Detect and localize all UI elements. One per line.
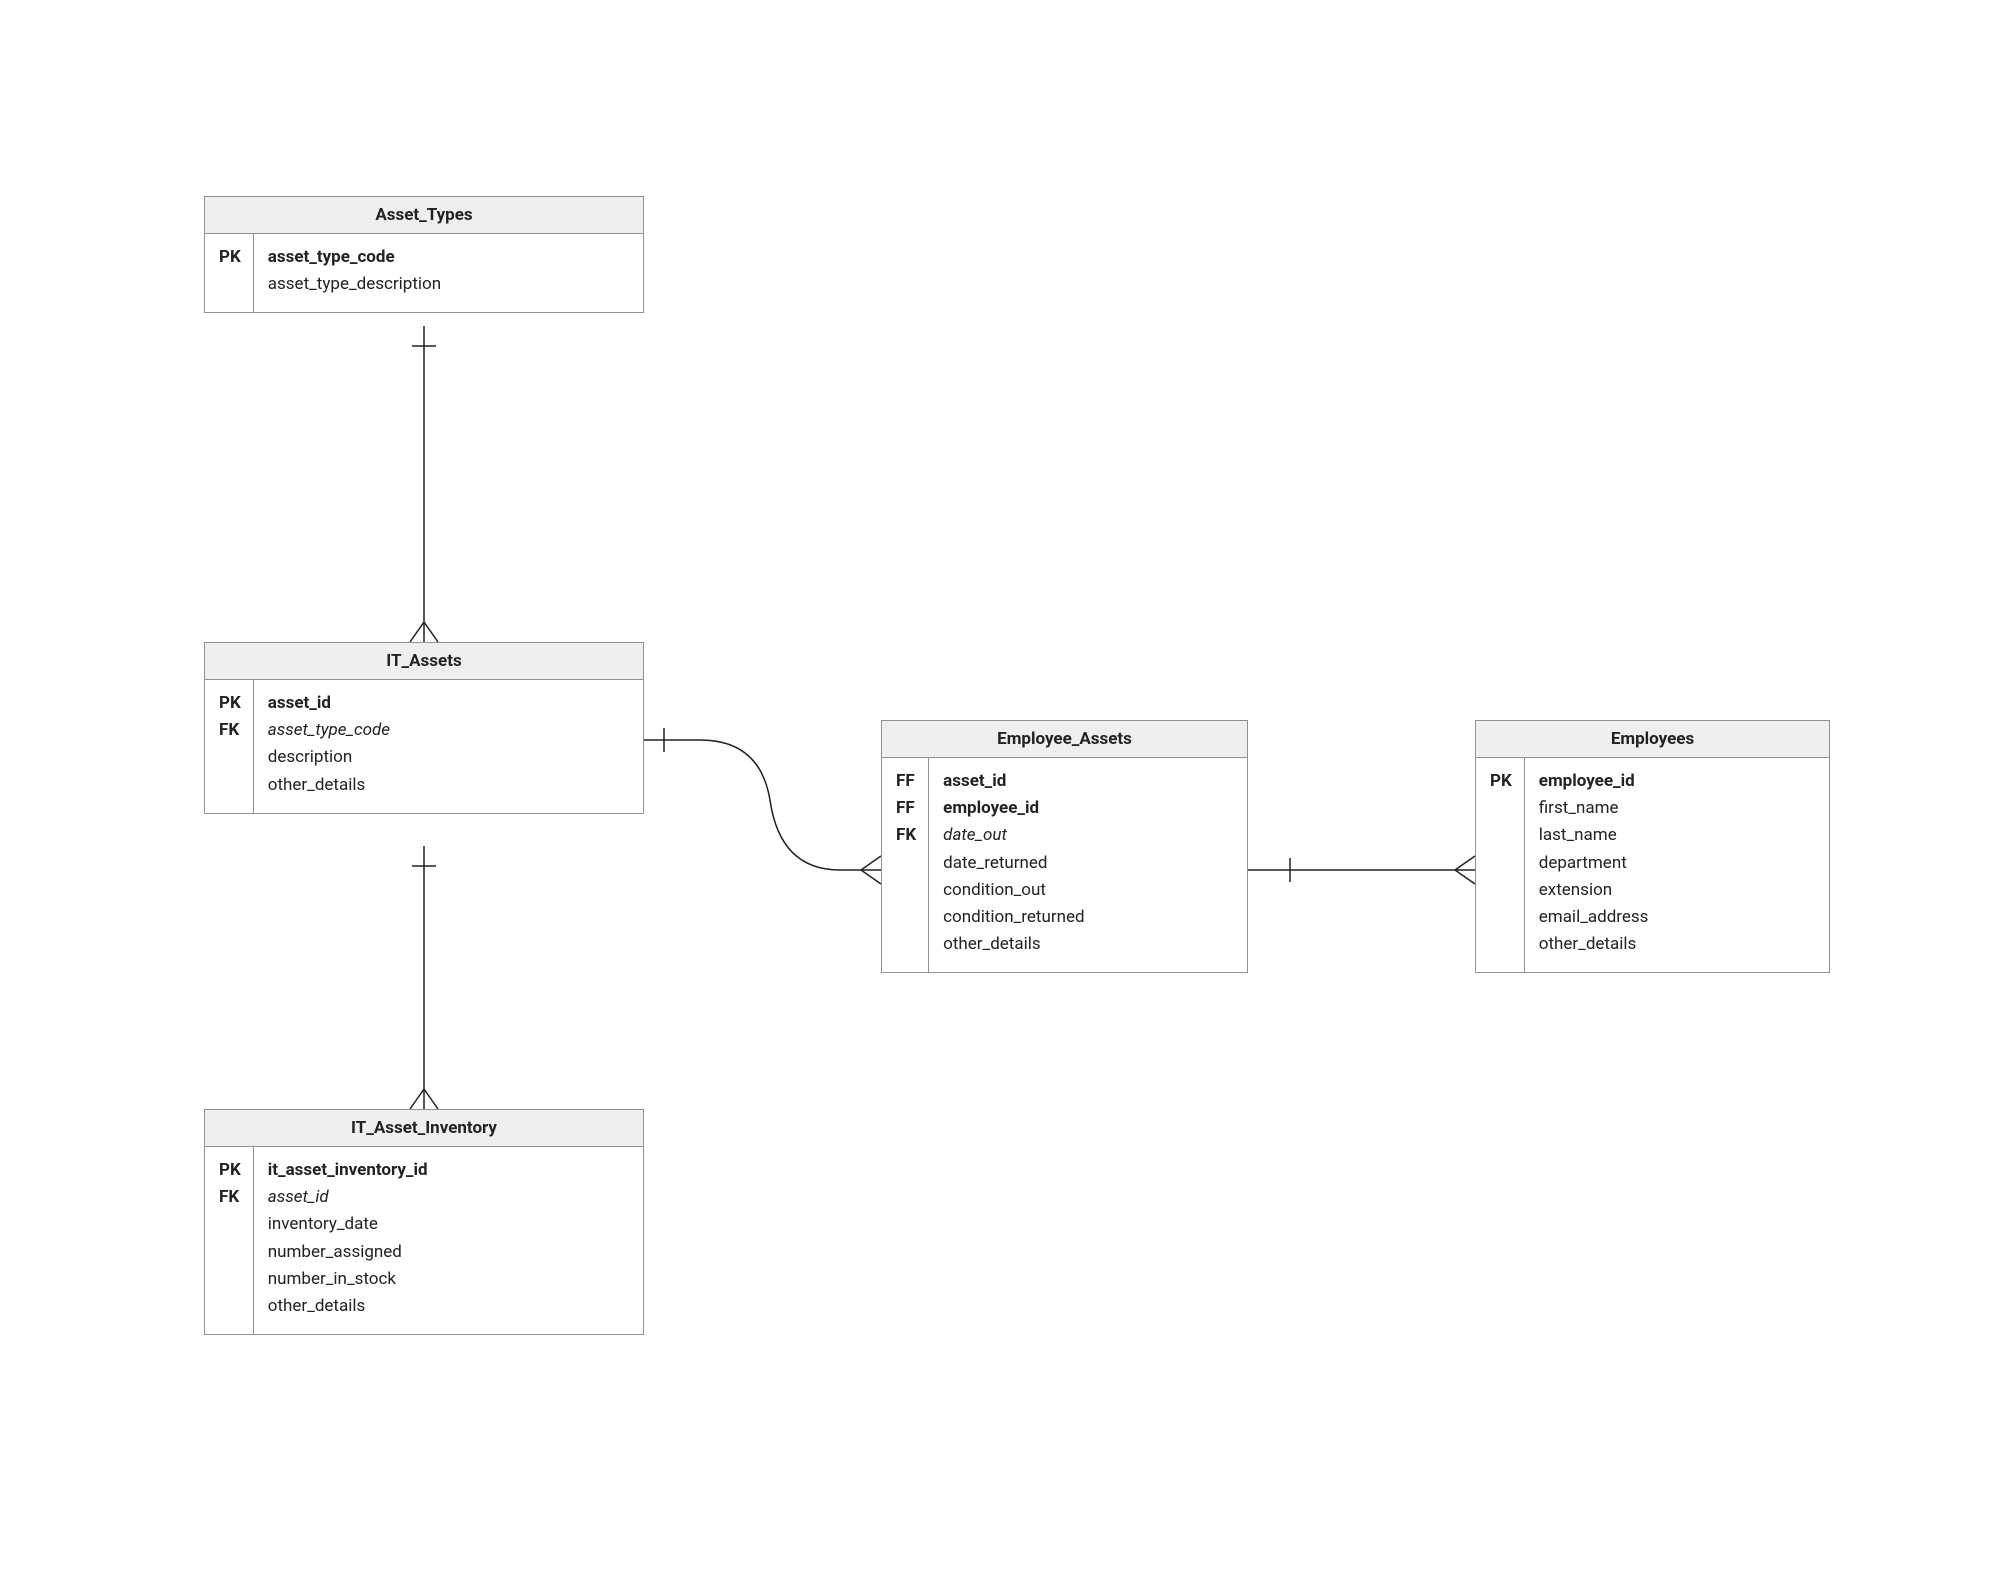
attr: condition_returned — [943, 904, 1227, 931]
attr-column: asset_id asset_type_code description oth… — [254, 680, 643, 813]
key-blank — [219, 1293, 241, 1320]
entity-title: IT_Asset_Inventory — [205, 1110, 643, 1147]
entity-asset-types: Asset_Types PK asset_type_code asset_typ… — [204, 196, 644, 313]
key-pk: PK — [219, 1157, 241, 1184]
crow-inventory-r — [424, 1089, 438, 1109]
key-pk: PK — [1490, 768, 1512, 795]
attr: department — [1539, 850, 1809, 877]
attr: asset_type_description — [268, 271, 623, 298]
attr: condition_out — [943, 877, 1227, 904]
rel-itassets-employeeassets — [644, 740, 881, 870]
attr: employee_id — [943, 795, 1227, 822]
key-fk: FK — [219, 717, 241, 744]
attr: extension — [1539, 877, 1809, 904]
key-blank — [1490, 822, 1512, 849]
attr: it_asset_inventory_id — [268, 1157, 623, 1184]
entity-title: Employees — [1476, 721, 1829, 758]
attr: number_assigned — [268, 1239, 623, 1266]
attr-column: it_asset_inventory_id asset_id inventory… — [254, 1147, 643, 1334]
attr: other_details — [1539, 931, 1809, 958]
attr: number_in_stock — [268, 1266, 623, 1293]
attr: description — [268, 744, 623, 771]
key-blank — [219, 271, 241, 298]
crow-employees-t — [1455, 856, 1475, 870]
key-column: FF FF FK — [882, 758, 929, 972]
key-blank — [896, 931, 916, 958]
entity-title: Employee_Assets — [882, 721, 1247, 758]
attr: asset_type_code — [268, 717, 623, 744]
key-column: PK FK — [205, 680, 254, 813]
entity-it-asset-inventory: IT_Asset_Inventory PK FK it_asset_invent… — [204, 1109, 644, 1335]
entity-title: IT_Assets — [205, 643, 643, 680]
attr: asset_type_code — [268, 244, 623, 271]
crow-itassets-r — [424, 622, 438, 642]
attr: other_details — [268, 1293, 623, 1320]
entity-employees: Employees PK employee_id first_name last… — [1475, 720, 1830, 973]
key-ff: FF — [896, 768, 916, 795]
crow-employees-b — [1455, 870, 1475, 884]
entity-employee-assets: Employee_Assets FF FF FK asset_id employ… — [881, 720, 1248, 973]
key-blank — [896, 877, 916, 904]
key-blank — [219, 772, 241, 799]
key-pk: PK — [219, 244, 241, 271]
crow-inventory-l — [410, 1089, 424, 1109]
entity-body: PK employee_id first_name last_name depa… — [1476, 758, 1829, 972]
crow-empassets-b — [861, 870, 881, 884]
entity-body: PK FK asset_id asset_type_code descripti… — [205, 680, 643, 813]
entity-body: PK asset_type_code asset_type_descriptio… — [205, 234, 643, 312]
crow-empassets-t — [861, 856, 881, 870]
erd-canvas: Asset_Types PK asset_type_code asset_typ… — [0, 0, 2006, 1570]
key-blank — [1490, 795, 1512, 822]
key-blank — [219, 744, 241, 771]
key-blank — [1490, 904, 1512, 931]
attr: asset_id — [268, 1184, 623, 1211]
key-fk: FK — [896, 822, 916, 849]
attr: other_details — [268, 772, 623, 799]
entity-body: FF FF FK asset_id employee_id date_out d… — [882, 758, 1247, 972]
attr: asset_id — [943, 768, 1227, 795]
attr: employee_id — [1539, 768, 1809, 795]
key-blank — [219, 1266, 241, 1293]
attr: first_name — [1539, 795, 1809, 822]
key-blank — [219, 1211, 241, 1238]
attr: inventory_date — [268, 1211, 623, 1238]
key-ff: FF — [896, 795, 916, 822]
key-fk: FK — [219, 1184, 241, 1211]
key-column: PK FK — [205, 1147, 254, 1334]
crow-itassets-l — [410, 622, 424, 642]
key-blank — [896, 850, 916, 877]
key-column: PK — [1476, 758, 1525, 972]
attr: email_address — [1539, 904, 1809, 931]
key-blank — [1490, 850, 1512, 877]
key-pk: PK — [219, 690, 241, 717]
attr: last_name — [1539, 822, 1809, 849]
key-blank — [1490, 877, 1512, 904]
attr: asset_id — [268, 690, 623, 717]
attr-column: employee_id first_name last_name departm… — [1525, 758, 1829, 972]
key-blank — [1490, 931, 1512, 958]
attr-column: asset_id employee_id date_out date_retur… — [929, 758, 1247, 972]
attr: date_out — [943, 822, 1227, 849]
attr: other_details — [943, 931, 1227, 958]
entity-it-assets: IT_Assets PK FK asset_id asset_type_code… — [204, 642, 644, 814]
key-column: PK — [205, 234, 254, 312]
key-blank — [896, 904, 916, 931]
entity-title: Asset_Types — [205, 197, 643, 234]
entity-body: PK FK it_asset_inventory_id asset_id inv… — [205, 1147, 643, 1334]
attr: date_returned — [943, 850, 1227, 877]
key-blank — [219, 1239, 241, 1266]
attr-column: asset_type_code asset_type_description — [254, 234, 643, 312]
